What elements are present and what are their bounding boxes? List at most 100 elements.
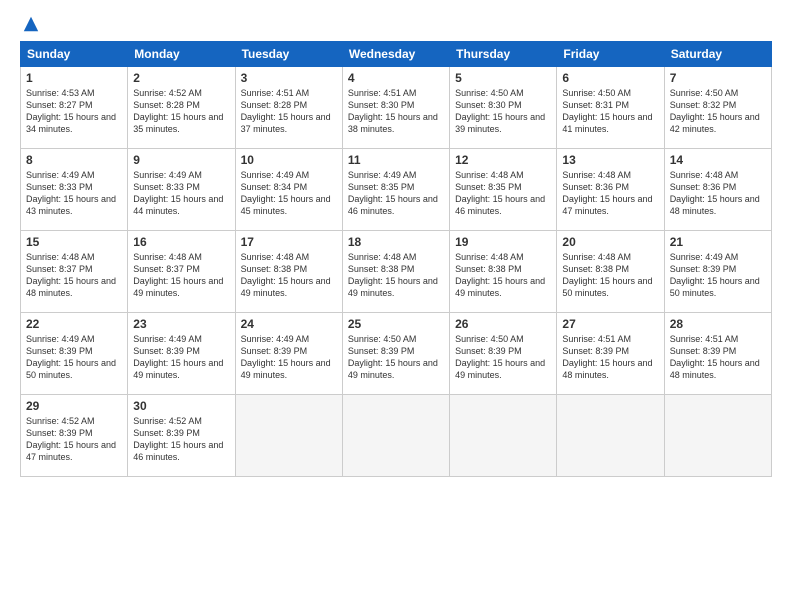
cell-info: Sunrise: 4:51 AMSunset: 8:28 PMDaylight:… (241, 87, 337, 136)
calendar-day-header: Tuesday (235, 42, 342, 67)
day-number: 23 (133, 317, 229, 331)
calendar-cell: 11Sunrise: 4:49 AMSunset: 8:35 PMDayligh… (342, 149, 449, 231)
calendar-cell: 19Sunrise: 4:48 AMSunset: 8:38 PMDayligh… (450, 231, 557, 313)
logo-icon (22, 15, 40, 33)
calendar-cell: 14 Sunrise: 4:48 AMSunset: 8:36 PMDayligh… (664, 149, 771, 231)
cell-info: Sunrise: 4:50 AMSunset: 8:32 PMDaylight:… (670, 87, 766, 136)
cell-info: Sunrise: 4:48 AMSunset: 8:38 PMDaylight:… (455, 251, 551, 300)
day-number: 24 (241, 317, 337, 331)
cell-info: Sunrise: 4:49 AMSunset: 8:39 PMDaylight:… (241, 333, 337, 382)
calendar-cell (342, 395, 449, 477)
calendar-cell: 24 Sunrise: 4:49 AMSunset: 8:39 PMDayligh… (235, 313, 342, 395)
day-number: 25 (348, 317, 444, 331)
calendar-cell: 20 Sunrise: 4:48 AMSunset: 8:38 PMDayligh… (557, 231, 664, 313)
cell-info: Sunrise: 4:48 AMSunset: 8:35 PMDaylight:… (455, 169, 551, 218)
calendar-cell: 29 Sunrise: 4:52 AMSunset: 8:39 PMDayligh… (21, 395, 128, 477)
cell-info: Sunrise: 4:49 AMSunset: 8:34 PMDaylight:… (241, 169, 337, 218)
day-number: 22 (26, 317, 122, 331)
day-number: 7 (670, 71, 766, 85)
day-number: 4 (348, 71, 444, 85)
calendar-cell: 3 Sunrise: 4:51 AMSunset: 8:28 PMDaylight… (235, 67, 342, 149)
day-number: 10 (241, 153, 337, 167)
calendar-day-header: Friday (557, 42, 664, 67)
calendar-cell: 7 Sunrise: 4:50 AMSunset: 8:32 PMDaylight… (664, 67, 771, 149)
cell-info: Sunrise: 4:49 AMSunset: 8:39 PMDaylight:… (670, 251, 766, 300)
calendar-cell: 17 Sunrise: 4:48 AMSunset: 8:38 PMDayligh… (235, 231, 342, 313)
calendar-cell (235, 395, 342, 477)
cell-info: Sunrise: 4:49 AMSunset: 8:39 PMDaylight:… (26, 333, 122, 382)
cell-info: Sunrise: 4:50 AMSunset: 8:39 PMDaylight:… (348, 333, 444, 382)
calendar-week-row: 8 Sunrise: 4:49 AMSunset: 8:33 PMDaylight… (21, 149, 772, 231)
day-number: 30 (133, 399, 229, 413)
calendar-cell (450, 395, 557, 477)
calendar-cell: 25 Sunrise: 4:50 AMSunset: 8:39 PMDayligh… (342, 313, 449, 395)
day-number: 16 (133, 235, 229, 249)
calendar-cell: 2 Sunrise: 4:52 AMSunset: 8:28 PMDaylight… (128, 67, 235, 149)
day-number: 27 (562, 317, 658, 331)
day-number: 18 (348, 235, 444, 249)
calendar-day-header: Monday (128, 42, 235, 67)
calendar-cell: 10 Sunrise: 4:49 AMSunset: 8:34 PMDayligh… (235, 149, 342, 231)
cell-info: Sunrise: 4:50 AMSunset: 8:31 PMDaylight:… (562, 87, 658, 136)
cell-info: Sunrise: 4:52 AMSunset: 8:39 PMDaylight:… (133, 415, 229, 464)
cell-info: Sunrise: 4:53 AMSunset: 8:27 PMDaylight:… (26, 87, 122, 136)
day-number: 1 (26, 71, 122, 85)
calendar-table: SundayMondayTuesdayWednesdayThursdayFrid… (20, 41, 772, 477)
cell-info: Sunrise: 4:51 AMSunset: 8:39 PMDaylight:… (562, 333, 658, 382)
cell-info: Sunrise: 4:48 AMSunset: 8:38 PMDaylight:… (241, 251, 337, 300)
day-number: 9 (133, 153, 229, 167)
calendar-cell: 12 Sunrise: 4:48 AMSunset: 8:35 PMDayligh… (450, 149, 557, 231)
calendar-cell: 5Sunrise: 4:50 AMSunset: 8:30 PMDaylight… (450, 67, 557, 149)
calendar-day-header: Saturday (664, 42, 771, 67)
day-number: 21 (670, 235, 766, 249)
cell-info: Sunrise: 4:49 AMSunset: 8:33 PMDaylight:… (133, 169, 229, 218)
calendar-cell: 28Sunrise: 4:51 AMSunset: 8:39 PMDayligh… (664, 313, 771, 395)
cell-info: Sunrise: 4:52 AMSunset: 8:28 PMDaylight:… (133, 87, 229, 136)
day-number: 28 (670, 317, 766, 331)
day-number: 3 (241, 71, 337, 85)
cell-info: Sunrise: 4:48 AMSunset: 8:38 PMDaylight:… (348, 251, 444, 300)
cell-info: Sunrise: 4:49 AMSunset: 8:39 PMDaylight:… (133, 333, 229, 382)
cell-info: Sunrise: 4:51 AMSunset: 8:30 PMDaylight:… (348, 87, 444, 136)
cell-info: Sunrise: 4:49 AMSunset: 8:35 PMDaylight:… (348, 169, 444, 218)
cell-info: Sunrise: 4:48 AMSunset: 8:38 PMDaylight:… (562, 251, 658, 300)
page: SundayMondayTuesdayWednesdayThursdayFrid… (0, 0, 792, 612)
calendar-cell: 30 Sunrise: 4:52 AMSunset: 8:39 PMDayligh… (128, 395, 235, 477)
calendar-cell: 18 Sunrise: 4:48 AMSunset: 8:38 PMDayligh… (342, 231, 449, 313)
cell-info: Sunrise: 4:48 AMSunset: 8:37 PMDaylight:… (26, 251, 122, 300)
day-number: 13 (562, 153, 658, 167)
calendar-day-header: Wednesday (342, 42, 449, 67)
cell-info: Sunrise: 4:48 AMSunset: 8:37 PMDaylight:… (133, 251, 229, 300)
cell-info: Sunrise: 4:48 AMSunset: 8:36 PMDaylight:… (562, 169, 658, 218)
calendar-cell: 16 Sunrise: 4:48 AMSunset: 8:37 PMDayligh… (128, 231, 235, 313)
day-number: 15 (26, 235, 122, 249)
day-number: 14 (670, 153, 766, 167)
cell-info: Sunrise: 4:52 AMSunset: 8:39 PMDaylight:… (26, 415, 122, 464)
calendar-cell: 15 Sunrise: 4:48 AMSunset: 8:37 PMDayligh… (21, 231, 128, 313)
calendar-header-row: SundayMondayTuesdayWednesdayThursdayFrid… (21, 42, 772, 67)
cell-info: Sunrise: 4:49 AMSunset: 8:33 PMDaylight:… (26, 169, 122, 218)
calendar-week-row: 22 Sunrise: 4:49 AMSunset: 8:39 PMDayligh… (21, 313, 772, 395)
calendar-cell: 21 Sunrise: 4:49 AMSunset: 8:39 PMDayligh… (664, 231, 771, 313)
day-number: 20 (562, 235, 658, 249)
day-number: 8 (26, 153, 122, 167)
cell-info: Sunrise: 4:50 AMSunset: 8:39 PMDaylight:… (455, 333, 551, 382)
calendar-cell: 6 Sunrise: 4:50 AMSunset: 8:31 PMDaylight… (557, 67, 664, 149)
day-number: 2 (133, 71, 229, 85)
calendar-cell: 1 Sunrise: 4:53 AMSunset: 8:27 PMDaylight… (21, 67, 128, 149)
cell-info: Sunrise: 4:48 AMSunset: 8:36 PMDaylight:… (670, 169, 766, 218)
calendar-week-row: 29 Sunrise: 4:52 AMSunset: 8:39 PMDayligh… (21, 395, 772, 477)
calendar-cell: 23 Sunrise: 4:49 AMSunset: 8:39 PMDayligh… (128, 313, 235, 395)
day-number: 12 (455, 153, 551, 167)
day-number: 17 (241, 235, 337, 249)
day-number: 6 (562, 71, 658, 85)
day-number: 26 (455, 317, 551, 331)
day-number: 29 (26, 399, 122, 413)
calendar-week-row: 1 Sunrise: 4:53 AMSunset: 8:27 PMDaylight… (21, 67, 772, 149)
calendar-day-header: Thursday (450, 42, 557, 67)
calendar-cell: 4 Sunrise: 4:51 AMSunset: 8:30 PMDaylight… (342, 67, 449, 149)
calendar-cell: 13 Sunrise: 4:48 AMSunset: 8:36 PMDayligh… (557, 149, 664, 231)
calendar-cell: 22 Sunrise: 4:49 AMSunset: 8:39 PMDayligh… (21, 313, 128, 395)
calendar-cell: 8 Sunrise: 4:49 AMSunset: 8:33 PMDaylight… (21, 149, 128, 231)
cell-info: Sunrise: 4:50 AMSunset: 8:30 PMDaylight:… (455, 87, 551, 136)
